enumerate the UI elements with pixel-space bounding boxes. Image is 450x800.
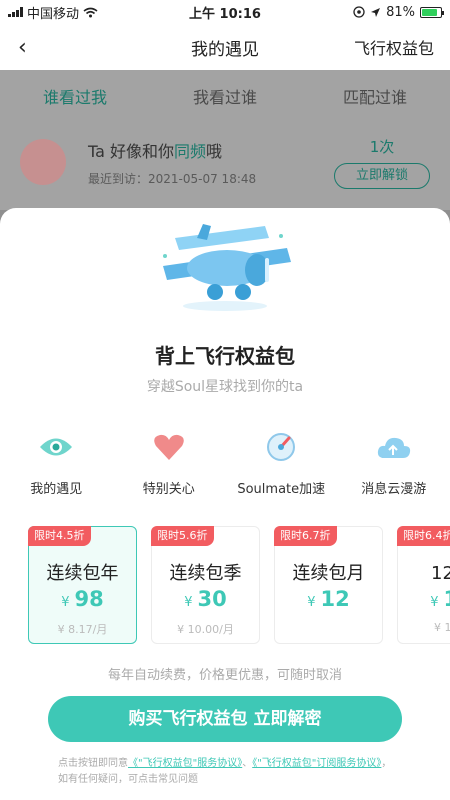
battery-percent: 81%: [386, 4, 415, 20]
plan-name: 连续包季: [169, 563, 242, 584]
visit-count: 1次: [369, 137, 395, 156]
airplane-illustration: [163, 224, 291, 311]
renewal-note: 每年自动续费，价格更优惠，可随时取消: [107, 668, 342, 683]
plan-list: 限时4.5折 连续包年 ¥98 ¥ 8.17/月 限时5.6折 连续包季 ¥30…: [28, 526, 450, 646]
plan-name: 12个: [431, 563, 450, 584]
plan-price: ¥13: [430, 587, 450, 611]
carrier-label: 中国移动: [27, 6, 80, 22]
discount-tag: 限时5.6折: [151, 526, 214, 546]
benefit-encounter: 我的遇见: [0, 430, 113, 497]
signal-icon: [8, 7, 23, 17]
tab-matched[interactable]: 匹配过谁: [343, 84, 407, 108]
discount-tag: 限时4.5折: [28, 526, 91, 546]
orientation-lock-icon: [353, 6, 365, 18]
cloud-icon: [375, 430, 413, 464]
plan-price: ¥12: [307, 587, 350, 611]
plan-per-month: ¥ 11.5: [434, 621, 450, 634]
plan-card-quarterly[interactable]: 限时5.6折 连续包季 ¥30 ¥ 10.00/月: [151, 526, 260, 644]
nav-header: ‹ 我的遇见 飞行权益包: [0, 24, 450, 70]
purchase-sheet: 背上飞行权益包 穿越Soul星球找到你的ta 我的遇见 特别关心 Soulmat…: [0, 208, 450, 800]
heart-icon: [150, 430, 188, 464]
visitor-message: Ta 好像和你同频哦: [88, 141, 223, 161]
plan-name: 连续包年: [46, 563, 119, 584]
tab-who-i-viewed[interactable]: 我看过谁: [193, 84, 257, 108]
visit-time: 最近到访：2021-05-07 18:48: [88, 171, 257, 186]
plan-price: ¥30: [184, 587, 227, 611]
sheet-subtitle: 穿越Soul星球找到你的ta: [146, 379, 304, 395]
discount-tag: 限时6.4折: [397, 526, 450, 546]
visitor-row[interactable]: Ta 好像和你同频哦 最近到访：2021-05-07 18:48 1次 立即解锁: [0, 122, 450, 202]
location-icon: [371, 7, 381, 17]
service-agreement-link[interactable]: 《"飞行权益包"服务协议》: [128, 758, 242, 769]
plan-card-monthly[interactable]: 限时6.7折 连续包月 ¥12: [274, 526, 383, 644]
plan-per-month: ¥ 10.00/月: [177, 623, 234, 636]
visitor-tabs: 谁看过我 我看过谁 匹配过谁: [0, 70, 450, 122]
avatar: [20, 139, 66, 185]
benefit-list: 我的遇见 特别关心 Soulmate加速 消息云漫游: [0, 430, 450, 497]
benefit-soulmate-speed: Soulmate加速: [225, 430, 338, 497]
wifi-icon: [83, 7, 98, 17]
plan-price: ¥98: [61, 587, 104, 611]
benefit-label: 消息云漫游: [361, 482, 427, 497]
plan-card-yearly[interactable]: 限时4.5折 连续包年 ¥98 ¥ 8.17/月: [28, 526, 137, 644]
battery-icon: [420, 6, 444, 18]
benefit-special-care: 特别关心: [113, 430, 226, 497]
plan-card-12-month[interactable]: 限时6.4折 12个 ¥13 ¥ 11.5: [397, 526, 450, 644]
unlock-button[interactable]: 立即解锁: [334, 162, 430, 189]
benefit-label: Soulmate加速: [237, 482, 326, 497]
sheet-title: 背上飞行权益包: [155, 344, 295, 368]
subscription-agreement-link[interactable]: 《"飞行权益包"订阅服务协议》: [252, 758, 381, 769]
benefit-label: 特别关心: [142, 482, 195, 497]
eye-icon: [37, 430, 75, 464]
plan-per-month: ¥ 8.17/月: [57, 623, 108, 636]
plan-name: 连续包月: [292, 563, 365, 584]
clock: 上午 10:16: [189, 6, 261, 22]
terms-text: 点击按钮即同意《"飞行权益包"服务协议》、《"飞行权益包"订阅服务协议》，如有任…: [58, 758, 392, 785]
speed-gauge-icon: [262, 430, 300, 464]
back-button[interactable]: ‹: [0, 35, 50, 60]
tab-who-viewed-me[interactable]: 谁看过我: [43, 84, 107, 108]
status-bar: 中国移动 上午 10:16 81%: [0, 0, 450, 24]
buy-button[interactable]: 购买飞行权益包 立即解密: [48, 696, 402, 742]
discount-tag: 限时6.7折: [274, 526, 337, 546]
benefit-label: 我的遇见: [30, 482, 83, 497]
background-page: 谁看过我 我看过谁 匹配过谁 Ta 好像和你同频哦 最近到访：2021-05-0…: [0, 70, 450, 210]
benefit-cloud-roaming: 消息云漫游: [338, 430, 450, 497]
flight-pack-link[interactable]: 飞行权益包: [354, 35, 434, 59]
